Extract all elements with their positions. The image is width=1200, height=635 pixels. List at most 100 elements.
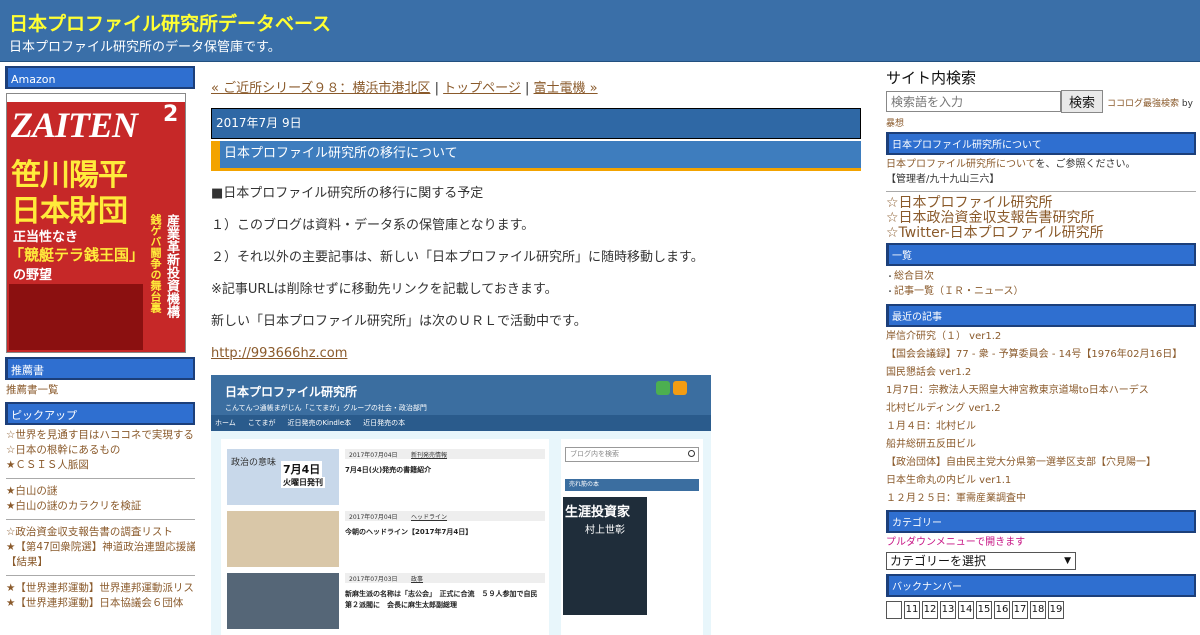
backnumber-cell[interactable]: 19: [1048, 601, 1064, 619]
recent-item: 日本生命丸の内ビル ver1.1: [886, 472, 1196, 490]
pickup-link[interactable]: ★【世界連邦運動】日本協議会６団体: [6, 597, 183, 609]
backnumber-cell[interactable]: 13: [940, 601, 956, 619]
about-admin: 【管理者/九十九山三六】: [886, 174, 1000, 185]
featured-link[interactable]: ☆日本政治資金収支報告書研究所: [886, 211, 1196, 226]
list-items: ・総合目次 ・記事一覧（ＩＲ・ニュース）: [886, 266, 1196, 302]
magazine-headline2: 日本財団: [11, 194, 128, 229]
shot-thumb-small: 火曜日発刊: [281, 477, 325, 488]
recent-link[interactable]: 岸信介研究（１） ver1.2: [886, 331, 1001, 342]
recent-link[interactable]: 北村ビルディング ver1.2: [886, 403, 1001, 414]
recommend-item: 推薦書一覧: [6, 383, 195, 398]
main-content: « ご近所シリーズ９８：横浜市港北区 | トップページ | 富士電機 » 201…: [211, 76, 861, 635]
pickup-item: ★【世界連邦運動】世界連邦運動派リスト: [6, 581, 195, 596]
list-link[interactable]: 記事一覧（ＩＲ・ニュース）: [894, 286, 1024, 297]
shot-post-title: 今朝のヘッドライン【2017年7月4日】: [345, 528, 473, 536]
search-button[interactable]: 検索: [1061, 90, 1103, 113]
shot-search-input: ブログ内を検索: [565, 447, 699, 462]
pickup-link[interactable]: ☆世界を見通す目はハココネで実現する（1）: [6, 429, 195, 441]
nav-separator: |: [434, 81, 439, 96]
pickup-link[interactable]: ☆政治資金収支報告書の調査リスト: [6, 526, 173, 538]
backnumber-cell[interactable]: 14: [958, 601, 974, 619]
left-sidebar: Amazon ZAITEN 2 笹川陽平 日本財団 正当性なき 「競艇テラ銭王国…: [5, 66, 195, 611]
post-paragraph: １）このブログは資料・データ系の保管庫となります。: [211, 218, 535, 233]
pickup-item: ★白山の謎のカラクリを検証: [6, 499, 195, 514]
shot-post-title: 7月4日(火)発売の書籍紹介: [345, 466, 432, 474]
list-item: ・記事一覧（ＩＲ・ニュース）: [886, 284, 1196, 299]
new-site-screenshot[interactable]: 日本プロファイル研究所 こんてんつ通帳まがじん「こてまが」グループの社会・政治部…: [211, 375, 711, 635]
chevron-down-icon: ▼: [1064, 556, 1071, 566]
backnumber-cell[interactable]: 18: [1030, 601, 1046, 619]
shot-nav: ホーム こてまが 近日発売のKindle本 近日発売の本: [211, 415, 711, 431]
post-navigation: « ご近所シリーズ９８：横浜市港北区 | トップページ | 富士電機 »: [211, 76, 861, 102]
backnumber-cell[interactable]: 11: [904, 601, 920, 619]
shot-book-title: 生涯投資家: [565, 505, 631, 520]
recent-link[interactable]: １２月２５日：軍需産業調査中: [886, 493, 1026, 504]
featured-link[interactable]: ☆Twitter-日本プロファイル研究所: [886, 226, 1196, 241]
backnumber-cell[interactable]: [886, 601, 902, 619]
pickup-link[interactable]: ★白山の謎: [6, 485, 57, 497]
magazine-issue: 2: [163, 102, 179, 127]
recent-heading: 最近の記事: [886, 304, 1196, 327]
backnumber-cell[interactable]: 12: [922, 601, 938, 619]
recent-link[interactable]: 国民懇話会 ver1.2: [886, 367, 971, 378]
pickup-link[interactable]: ★【世界連邦運動】世界連邦運動派リスト: [6, 582, 195, 594]
recent-item: 船井総研五反田ビル: [886, 436, 1196, 454]
recent-link[interactable]: 船井総研五反田ビル: [886, 439, 976, 450]
category-select[interactable]: カテゴリーを選択 ▼: [886, 552, 1076, 570]
post-title[interactable]: 日本プロファイル研究所の移行について: [211, 141, 861, 171]
rss-icon: [673, 381, 687, 395]
search-credit-author[interactable]: 暴想: [886, 119, 904, 129]
category-note: プルダウンメニューで開きます: [886, 537, 1026, 548]
pickup-item: ☆政治資金収支報告書の調査リスト: [6, 525, 195, 540]
shot-post-date: 2017年07月04日: [349, 452, 398, 459]
recent-link[interactable]: 1月7日：宗教法人天照皇大神宮教東京道場to日本ハーデス: [886, 385, 1149, 396]
magazine-sub3: の野望: [13, 268, 53, 283]
shot-sold-head: 売れ筋の本: [565, 479, 699, 491]
site-title[interactable]: 日本プロファイル研究所データベース: [9, 9, 331, 36]
recent-item: １月４日：北村ビル: [886, 418, 1196, 436]
backnumber-cell[interactable]: 17: [1012, 601, 1028, 619]
shot-post-thumb: [227, 573, 339, 629]
about-heading: 日本プロファイル研究所について: [886, 132, 1196, 155]
category-heading: カテゴリー: [886, 510, 1196, 533]
recent-link[interactable]: １月４日：北村ビル: [886, 421, 976, 432]
pickup-list: ☆世界を見通す目はハココネで実現する（1） ☆日本の根幹にあるもの ★ＣＳＩＳ人脈図…: [5, 425, 195, 611]
shot-thumb-label: 政治の意味: [231, 458, 277, 468]
about-body: 日本プロファイル研究所についてを、ご参照ください。 【管理者/九十九山三六】: [886, 155, 1196, 187]
magazine-cover-image[interactable]: ZAITEN 2 笹川陽平 日本財団 正当性なき 「競艇テラ銭王国」 の野望 産…: [6, 93, 186, 353]
recent-link[interactable]: 日本生命丸の内ビル ver1.1: [886, 475, 1011, 486]
magazine-side-text2: 銭ゲバ闘争の舞台裏: [149, 214, 162, 313]
recent-item: 1月7日：宗教法人天照皇大神宮教東京道場to日本ハーデス: [886, 382, 1196, 400]
recommend-link[interactable]: 推薦書一覧: [6, 384, 59, 396]
next-post-link[interactable]: 富士電機 »: [534, 81, 598, 96]
right-sidebar: サイト内検索 検索 ココログ最強検索 by 暴想 日本プロファイル研究所について…: [886, 68, 1196, 619]
shot-post-date: 2017年07月03日: [349, 576, 398, 583]
backnumber-cell[interactable]: 15: [976, 601, 992, 619]
pickup-item: ☆日本の根幹にあるもの: [6, 443, 195, 458]
recent-link[interactable]: 【国会会議録】77 - 衆 - 予算委員会 - 14号【1976年02月16日】: [886, 349, 1182, 360]
featured-link[interactable]: ☆日本プロファイル研究所: [886, 196, 1196, 211]
shot-post-cat: 政事: [411, 576, 424, 583]
list-link[interactable]: 総合目次: [894, 271, 934, 282]
new-site-link[interactable]: http://993666hz.com: [211, 346, 347, 361]
prev-post-link[interactable]: « ご近所シリーズ９８：横浜市港北区: [211, 81, 430, 96]
recent-link[interactable]: 【政治団体】自由民主党大分県第一選挙区支部【穴見陽一】: [886, 457, 1156, 468]
search-credit-link[interactable]: ココログ最強検索: [1107, 99, 1179, 109]
shot-post: 政治の意味 7月4日 火曜日発刊 2017年07月04日 新刊発売情報 7月4日(火)発売…: [227, 449, 545, 505]
post-paragraph: ■日本プロファイル研究所の移行に関する予定: [211, 186, 484, 201]
backnumber-cell[interactable]: 16: [994, 601, 1010, 619]
pickup-heading: ピックアップ: [5, 402, 195, 425]
pickup-link[interactable]: ★ＣＳＩＳ人脈図: [6, 459, 89, 471]
recommend-heading: 推薦書: [5, 357, 195, 380]
pickup-link[interactable]: 【結果】: [6, 556, 48, 568]
pickup-link[interactable]: ★【第47回衆院選】神道政治連盟応援議員: [6, 541, 195, 553]
divider: [6, 575, 195, 576]
shot-site-subtitle: こんてんつ通帳まがじん「こてまが」グループの社会・政治部門: [225, 404, 427, 412]
about-link[interactable]: 日本プロファイル研究所について: [886, 159, 1036, 170]
pickup-link[interactable]: ☆日本の根幹にあるもの: [6, 444, 120, 456]
recent-item: １２月２５日：軍需産業調査中: [886, 490, 1196, 508]
top-page-link[interactable]: トップページ: [443, 81, 521, 96]
shot-post-title: 新麻生派の名称は「志公会」 正式に合流 ５９人参加で自民第２派閥に 会長に麻生太…: [345, 590, 538, 609]
pickup-link[interactable]: ★白山の謎のカラクリを検証: [6, 500, 141, 512]
search-input[interactable]: [886, 91, 1061, 112]
